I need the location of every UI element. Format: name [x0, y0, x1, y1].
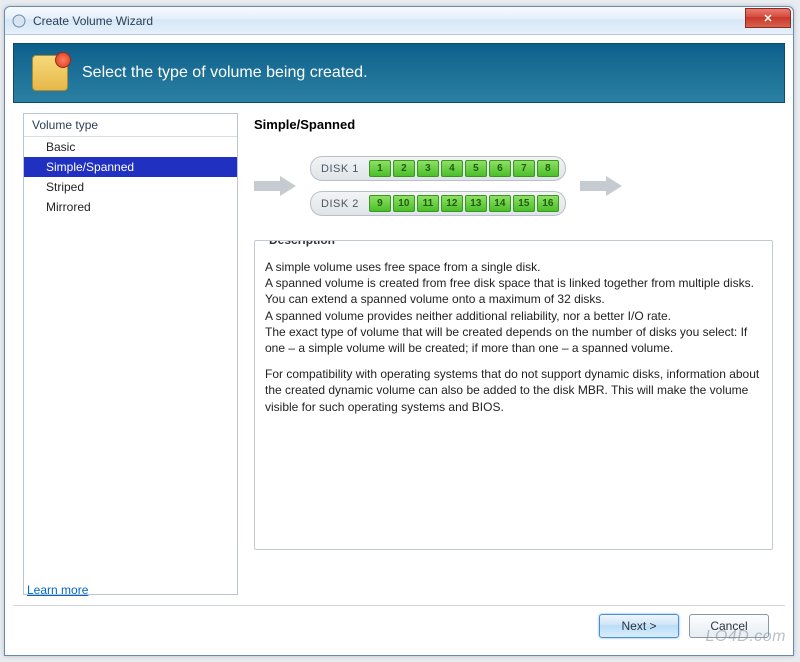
- arrow-right-icon: [580, 176, 622, 196]
- disk-block: 16: [537, 195, 559, 212]
- close-icon: ✕: [763, 12, 772, 25]
- description-box: Description A simple volume uses free sp…: [254, 240, 773, 550]
- cancel-button[interactable]: Cancel: [689, 614, 769, 638]
- disk-block: 6: [489, 160, 511, 177]
- disk-block: 9: [369, 195, 391, 212]
- disk-block: 2: [393, 160, 415, 177]
- titlebar: Create Volume Wizard ✕: [5, 7, 793, 35]
- content-area: Volume type Basic Simple/Spanned Striped…: [13, 107, 785, 601]
- disk-1: DISK 1 1 2 3 4 5 6 7 8: [310, 156, 566, 181]
- arrow-left-icon: [254, 176, 296, 196]
- disk-2-blocks: 9 10 11 12 13 14 15 16: [369, 195, 559, 212]
- wizard-window: Create Volume Wizard ✕ Select the type o…: [4, 6, 794, 656]
- description-legend: Description: [265, 240, 339, 247]
- description-paragraph-1: A simple volume uses free space from a s…: [265, 259, 762, 356]
- disk-block: 3: [417, 160, 439, 177]
- disk-diagram: DISK 1 1 2 3 4 5 6 7 8 DISK: [254, 146, 773, 226]
- disk-block: 4: [441, 160, 463, 177]
- disk-block: 13: [465, 195, 487, 212]
- disk-block: 10: [393, 195, 415, 212]
- close-button[interactable]: ✕: [745, 8, 791, 28]
- disk-block: 15: [513, 195, 535, 212]
- disk-1-blocks: 1 2 3 4 5 6 7 8: [369, 160, 559, 177]
- banner-heading: Select the type of volume being created.: [82, 64, 368, 82]
- main-panel: Simple/Spanned DISK 1 1 2 3 4 5 6 7: [238, 107, 785, 601]
- main-title: Simple/Spanned: [254, 117, 773, 132]
- volume-type-striped[interactable]: Striped: [24, 177, 237, 197]
- disk-1-label: DISK 1: [321, 163, 359, 175]
- volume-type-simple-spanned[interactable]: Simple/Spanned: [24, 157, 237, 177]
- description-paragraph-2: For compatibility with operating systems…: [265, 366, 762, 415]
- footer: Next > Cancel: [13, 605, 785, 645]
- disk-block: 14: [489, 195, 511, 212]
- disk-2-label: DISK 2: [321, 198, 359, 210]
- banner: Select the type of volume being created.: [13, 43, 785, 103]
- disk-2: DISK 2 9 10 11 12 13 14 15 16: [310, 191, 566, 216]
- window-title: Create Volume Wizard: [33, 14, 153, 28]
- disks-group: DISK 1 1 2 3 4 5 6 7 8 DISK: [310, 156, 566, 216]
- volume-type-mirrored[interactable]: Mirrored: [24, 197, 237, 217]
- next-button[interactable]: Next >: [599, 614, 679, 638]
- learn-more-link[interactable]: Learn more: [27, 583, 88, 597]
- app-icon: [11, 13, 27, 29]
- disk-block: 8: [537, 160, 559, 177]
- wizard-icon: [32, 55, 68, 91]
- disk-block: 12: [441, 195, 463, 212]
- disk-block: 5: [465, 160, 487, 177]
- sidebar-header: Volume type: [24, 114, 237, 137]
- volume-type-basic[interactable]: Basic: [24, 137, 237, 157]
- disk-block: 1: [369, 160, 391, 177]
- volume-type-sidebar: Volume type Basic Simple/Spanned Striped…: [23, 113, 238, 595]
- disk-block: 11: [417, 195, 439, 212]
- volume-type-list: Basic Simple/Spanned Striped Mirrored: [24, 137, 237, 217]
- disk-block: 7: [513, 160, 535, 177]
